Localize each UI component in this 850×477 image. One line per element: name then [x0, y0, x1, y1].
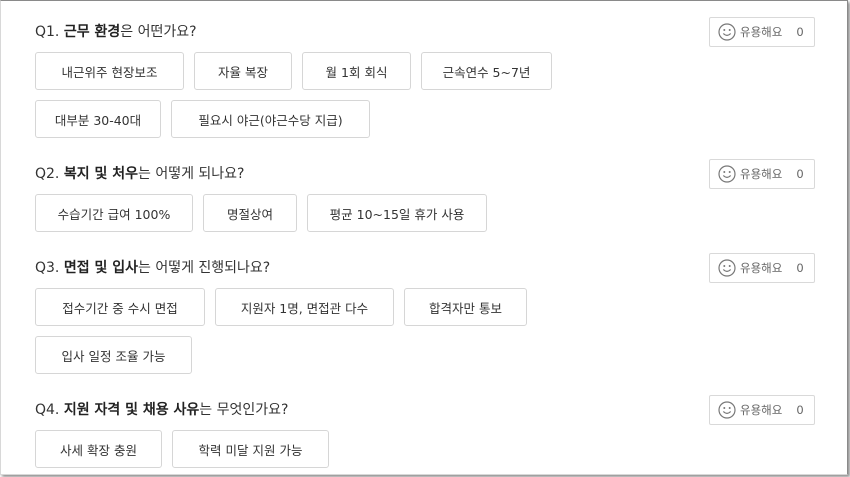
helpful-count: 0: [796, 261, 804, 275]
helpful-button-q2[interactable]: 유용해요 0: [709, 159, 815, 189]
tag-q3-1[interactable]: 접수기간 중 수시 면접: [35, 288, 205, 326]
tag-q1-2[interactable]: 자율 복장: [194, 52, 292, 90]
tag-q2-3[interactable]: 평균 10~15일 휴가 사용: [307, 194, 487, 232]
tag-q3-2[interactable]: 지원자 1명, 면접관 다수: [215, 288, 394, 326]
question-1-topic: 근무 환경: [63, 24, 121, 40]
smiley-icon: [718, 23, 736, 41]
tag-q1-4[interactable]: 근속연수 5~7년: [421, 52, 552, 90]
question-3-number: Q3.: [35, 260, 64, 276]
question-2-number: Q2.: [35, 166, 64, 182]
question-2-topic: 복지 및 처우: [63, 166, 138, 182]
question-4-topic: 지원 자격 및 채용 사유: [63, 402, 200, 418]
question-4-number: Q4.: [35, 402, 64, 418]
helpful-count: 0: [796, 167, 804, 181]
helpful-label: 유용해요: [740, 261, 783, 275]
smiley-icon: [718, 165, 736, 183]
tag-q4-1[interactable]: 사세 확장 충원: [35, 430, 162, 468]
helpful-count: 0: [796, 25, 804, 39]
helpful-label: 유용해요: [740, 25, 783, 39]
helpful-count: 0: [796, 403, 804, 417]
helpful-button-q1[interactable]: 유용해요 0: [709, 17, 815, 47]
tag-q2-1[interactable]: 수습기간 급여 100%: [35, 194, 193, 232]
question-4-title: Q4. 지원 자격 및 채용 사유는 무엇인가요?: [35, 401, 288, 419]
tag-q4-2[interactable]: 학력 미달 지원 가능: [172, 430, 329, 468]
tag-q1-6[interactable]: 필요시 야근(야근수당 지급): [171, 100, 370, 138]
tag-q3-4[interactable]: 입사 일정 조율 가능: [35, 336, 192, 374]
question-1-suffix: 은 어떤가요?: [120, 24, 197, 40]
smiley-icon: [718, 401, 736, 419]
question-2-title: Q2. 복지 및 처우는 어떻게 되나요?: [35, 165, 244, 183]
tag-q3-3[interactable]: 합격자만 통보: [404, 288, 527, 326]
question-1-title: Q1. 근무 환경은 어떤가요?: [35, 23, 197, 41]
question-4-suffix: 는 무엇인가요?: [199, 402, 289, 418]
question-3-suffix: 는 어떻게 진행되나요?: [137, 260, 271, 276]
helpful-label: 유용해요: [740, 167, 783, 181]
helpful-button-q3[interactable]: 유용해요 0: [709, 253, 815, 283]
tag-q2-2[interactable]: 명절상여: [203, 194, 297, 232]
helpful-label: 유용해요: [740, 403, 783, 417]
smiley-icon: [718, 259, 736, 277]
question-3-title: Q3. 면접 및 입사는 어떻게 진행되나요?: [35, 259, 270, 277]
helpful-button-q4[interactable]: 유용해요 0: [709, 395, 815, 425]
tag-q1-5[interactable]: 대부분 30-40대: [35, 100, 161, 138]
question-3-topic: 면접 및 입사: [63, 260, 138, 276]
tag-q1-1[interactable]: 내근위주 현장보조: [35, 52, 184, 90]
tag-q1-3[interactable]: 월 1회 회식: [302, 52, 411, 90]
question-1-number: Q1.: [35, 24, 64, 40]
qa-panel: Q1. 근무 환경은 어떤가요? 유용해요 0 내근위주 현장보조 자율 복장 …: [0, 0, 848, 475]
question-2-suffix: 는 어떻게 되나요?: [137, 166, 245, 182]
